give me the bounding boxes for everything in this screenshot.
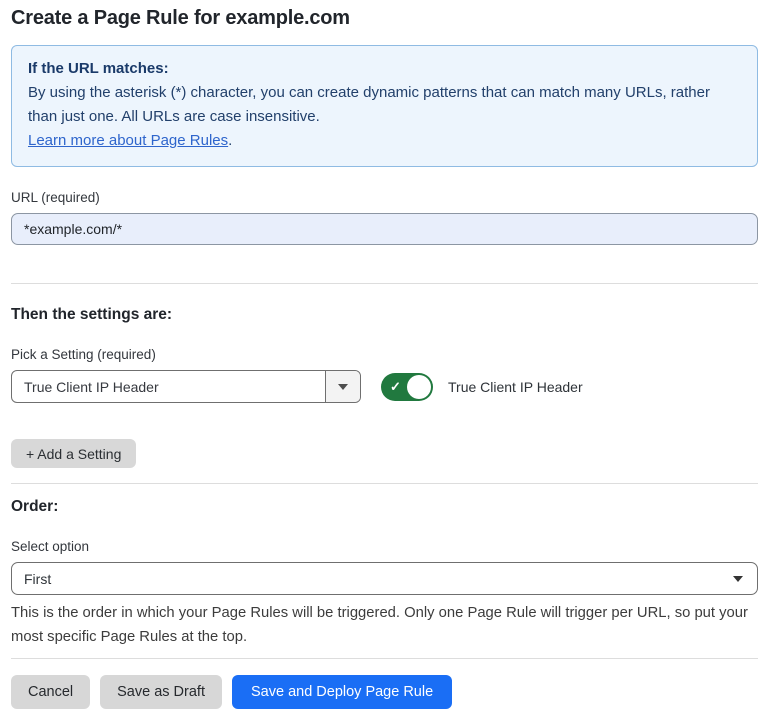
toggle-knob: [407, 375, 431, 399]
url-field-label: URL (required): [11, 190, 758, 205]
save-draft-button[interactable]: Save as Draft: [100, 675, 222, 709]
check-icon: ✓: [390, 380, 401, 393]
learn-more-link[interactable]: Learn more about Page Rules: [28, 132, 228, 149]
setting-select[interactable]: True Client IP Header: [11, 370, 361, 403]
link-suffix: .: [228, 132, 232, 149]
setting-row: True Client IP Header ✓ True Client IP H…: [11, 370, 758, 403]
info-box-body: By using the asterisk (*) character, you…: [28, 81, 741, 129]
cancel-button[interactable]: Cancel: [11, 675, 90, 709]
url-input[interactable]: [11, 213, 758, 245]
setting-select-value: True Client IP Header: [12, 371, 325, 402]
info-box-link-line: Learn more about Page Rules.: [28, 129, 741, 153]
setting-toggle[interactable]: ✓: [381, 373, 433, 401]
order-select[interactable]: First: [11, 562, 758, 595]
order-select-value: First: [24, 571, 51, 587]
settings-section-heading: Then the settings are:: [11, 306, 758, 324]
info-box-heading: If the URL matches:: [28, 57, 741, 81]
setting-picker-label: Pick a Setting (required): [11, 347, 758, 362]
divider-middle: [11, 483, 758, 484]
divider-bottom: [11, 658, 758, 659]
page-title: Create a Page Rule for example.com: [11, 7, 758, 30]
divider-top: [11, 283, 758, 284]
chevron-down-icon: [733, 576, 743, 582]
add-setting-button[interactable]: + Add a Setting: [11, 439, 136, 468]
setting-select-caret-button[interactable]: [325, 371, 360, 402]
page-rule-form: Create a Page Rule for example.com If th…: [0, 0, 769, 709]
order-section-heading: Order:: [11, 498, 758, 516]
url-match-info-box: If the URL matches: By using the asteris…: [11, 45, 758, 167]
setting-toggle-label: True Client IP Header: [448, 379, 583, 395]
order-select-label: Select option: [11, 539, 758, 554]
save-deploy-button[interactable]: Save and Deploy Page Rule: [232, 675, 452, 709]
chevron-down-icon: [338, 384, 348, 390]
order-help-text: This is the order in which your Page Rul…: [11, 601, 755, 649]
footer-actions: Cancel Save as Draft Save and Deploy Pag…: [11, 675, 758, 709]
